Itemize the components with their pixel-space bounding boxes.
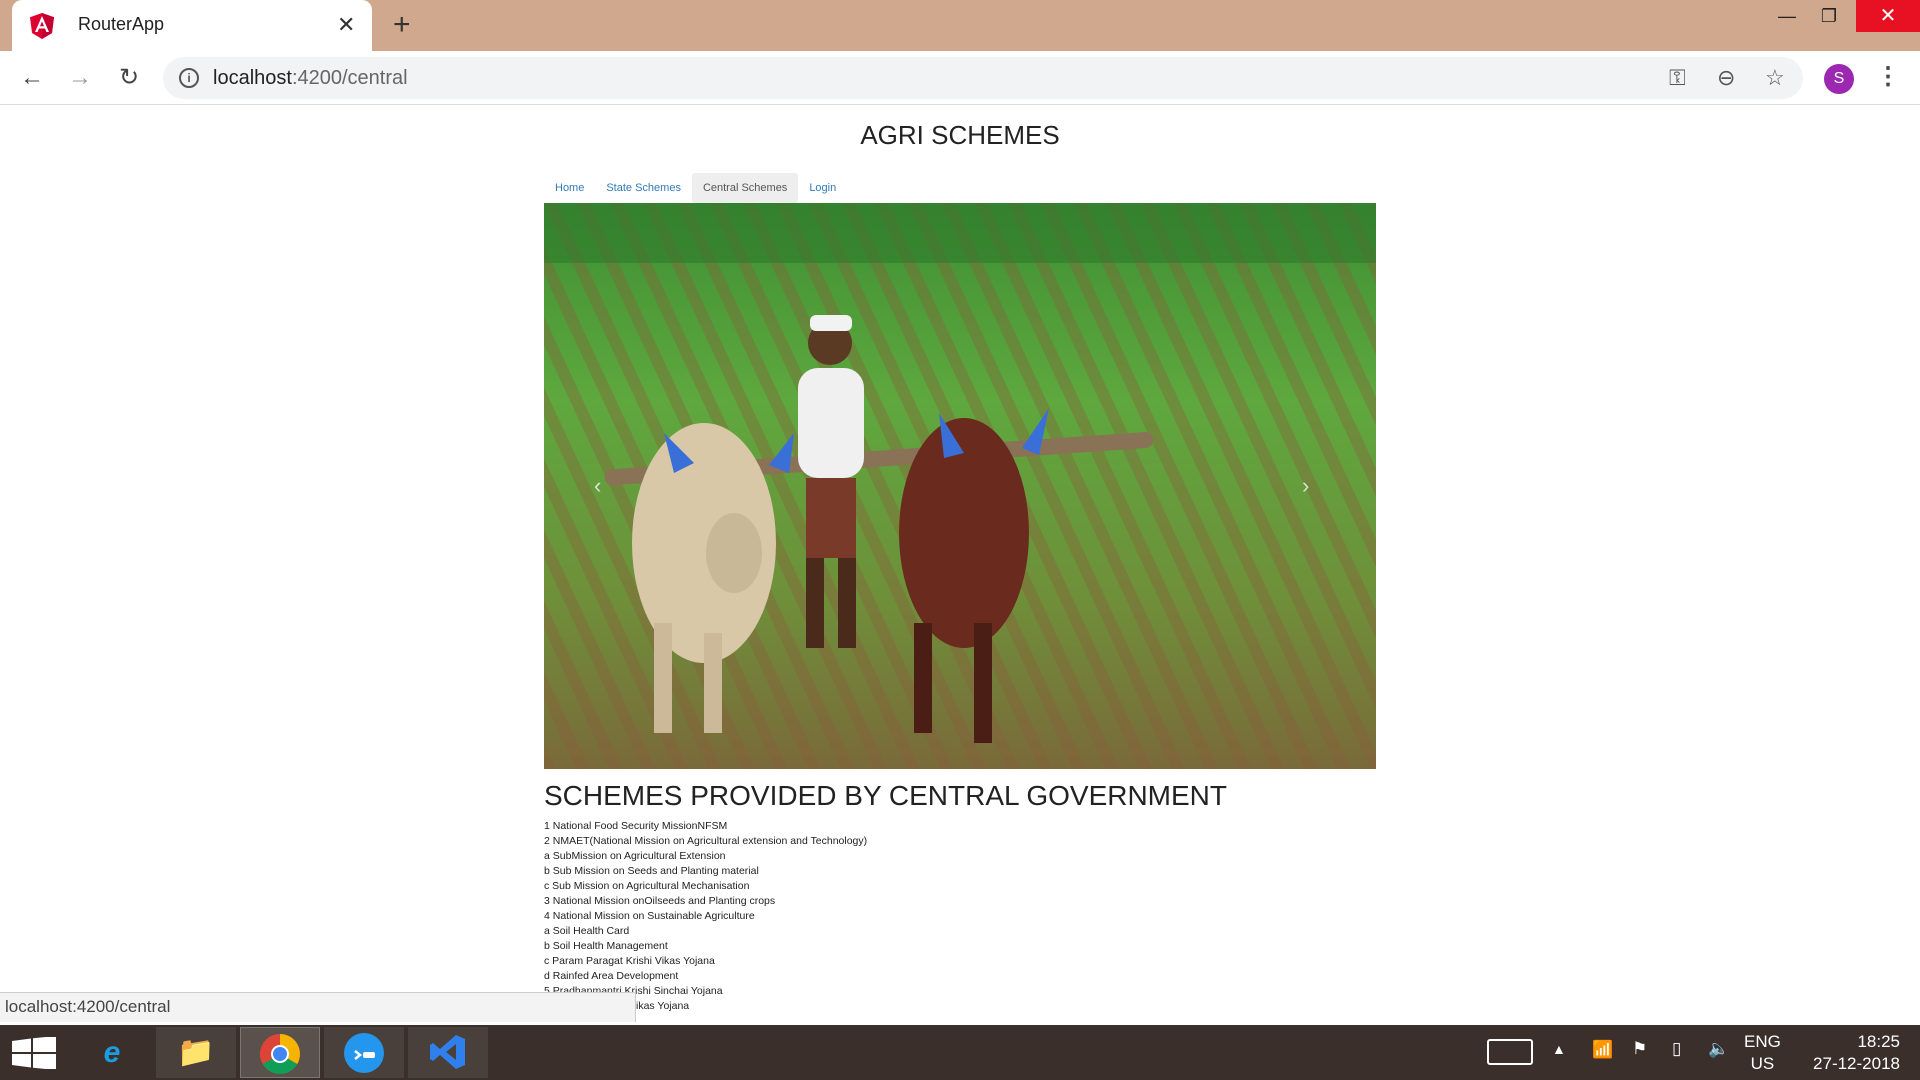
angular-logo-icon [30, 13, 54, 39]
windows-start-icon[interactable] [12, 1037, 56, 1069]
network-signal-icon[interactable]: 📶 [1592, 1040, 1613, 1080]
schemes-heading: SCHEMES PROVIDED BY CENTRAL GOVERNMENT [544, 780, 1228, 811]
keyboard-layout: US [1750, 1054, 1775, 1073]
url-path: :4200/central [291, 67, 408, 89]
vscode-logo-icon [430, 1035, 465, 1069]
site-info-icon[interactable]: i [179, 68, 199, 88]
browser-titlebar: RouterApp ✕ + — ❐ ✕ [0, 0, 1920, 51]
vscode-icon[interactable] [408, 1027, 488, 1078]
nav-central-schemes[interactable]: Central Schemes [691, 173, 799, 203]
restore-button[interactable]: ❐ [1804, 0, 1854, 32]
back-arrow-icon[interactable]: ← [16, 62, 48, 94]
lang-code: ENG [1744, 1032, 1781, 1051]
action-center-flag-icon[interactable]: ⚑ [1632, 1039, 1647, 1080]
profile-avatar[interactable]: S [1824, 64, 1854, 94]
zoom-icon[interactable]: ⊖ [1717, 65, 1735, 91]
list-item: d Rainfed Area Development [544, 970, 679, 982]
list-item: 1 National Food Security MissionNFSM [544, 820, 728, 832]
system-clock[interactable]: 18:25 27-12-2018 [1800, 1031, 1900, 1080]
carousel-next-icon[interactable]: › [1302, 473, 1309, 499]
window-close-button[interactable]: ✕ [1856, 0, 1920, 32]
page-title: AGRI SCHEMES [860, 120, 1060, 150]
list-item: 3 National Mission onOilseeds and Planti… [544, 895, 776, 907]
list-item: c Sub Mission on Agricultural Mechanisat… [544, 880, 750, 892]
list-item: a SubMission on Agricultural Extension [544, 850, 726, 862]
close-tab-icon[interactable]: ✕ [337, 12, 355, 38]
docker-icon[interactable] [324, 1027, 404, 1078]
touch-keyboard-icon[interactable] [1487, 1039, 1533, 1065]
browser-menu-icon[interactable]: ⋮ [1876, 62, 1900, 91]
taskbar: e 📁 ▲ 📶 ⚑ ▯ 🔈 ENG US 18:25 27-12-2018 [0, 1025, 1920, 1080]
clock-time: 18:25 [1857, 1032, 1900, 1051]
language-indicator[interactable]: ENG US [1744, 1031, 1781, 1080]
list-item: c Param Paragat Krishi Vikas Yojana [544, 955, 715, 967]
carousel-prev-icon[interactable]: ‹ [594, 473, 601, 499]
file-explorer-icon[interactable]: 📁 [156, 1027, 236, 1078]
browser-toolbar: ← → ↻ i localhost:4200/central ⚿ ⊖ ☆ S ⋮ [0, 51, 1920, 105]
internet-explorer-icon[interactable]: e [72, 1027, 152, 1078]
browser-tab[interactable]: RouterApp ✕ [12, 0, 372, 51]
schemes-list: 1 National Food Security MissionNFSM 2 N… [544, 819, 867, 1014]
nav-state-schemes[interactable]: State Schemes [595, 173, 692, 203]
chrome-logo-icon [260, 1034, 300, 1074]
list-item: b Soil Health Management [544, 940, 668, 952]
site-nav: Home State Schemes Central Schemes Login [544, 173, 847, 203]
url-host: localhost [213, 67, 292, 89]
new-tab-button[interactable]: + [393, 8, 411, 42]
chrome-icon[interactable] [240, 1027, 320, 1078]
docker-logo-icon [344, 1033, 384, 1073]
clock-date: 27-12-2018 [1813, 1054, 1900, 1073]
battery-icon[interactable]: ▯ [1672, 1039, 1681, 1080]
tab-title: RouterApp [78, 14, 165, 34]
volume-icon[interactable]: 🔈 [1708, 1039, 1729, 1080]
url-text[interactable]: localhost:4200/central [213, 67, 408, 90]
list-item: 2 NMAET(National Mission on Agricultural… [544, 835, 868, 847]
key-icon[interactable]: ⚿ [1669, 65, 1686, 91]
nav-home[interactable]: Home [544, 173, 595, 203]
bookmark-star-icon[interactable]: ☆ [1765, 65, 1785, 91]
status-bar-url: localhost:4200/central [0, 992, 636, 1022]
page-content: AGRI SCHEMES Home State Schemes Central … [0, 105, 1920, 1025]
list-item: a Soil Health Card [544, 925, 630, 937]
list-item: b Sub Mission on Seeds and Planting mate… [544, 865, 759, 877]
reload-icon[interactable]: ↻ [113, 62, 145, 94]
carousel[interactable]: ‹ › [544, 203, 1376, 769]
nav-login[interactable]: Login [798, 173, 847, 203]
farmer-ploughing-image [544, 203, 1376, 769]
list-item: 4 National Mission on Sustainable Agricu… [544, 910, 755, 922]
show-hidden-icons-icon[interactable]: ▲ [1552, 1041, 1566, 1080]
forward-arrow-icon[interactable]: → [64, 62, 96, 94]
address-bar[interactable]: i localhost:4200/central ⚿ ⊖ ☆ [163, 57, 1803, 99]
